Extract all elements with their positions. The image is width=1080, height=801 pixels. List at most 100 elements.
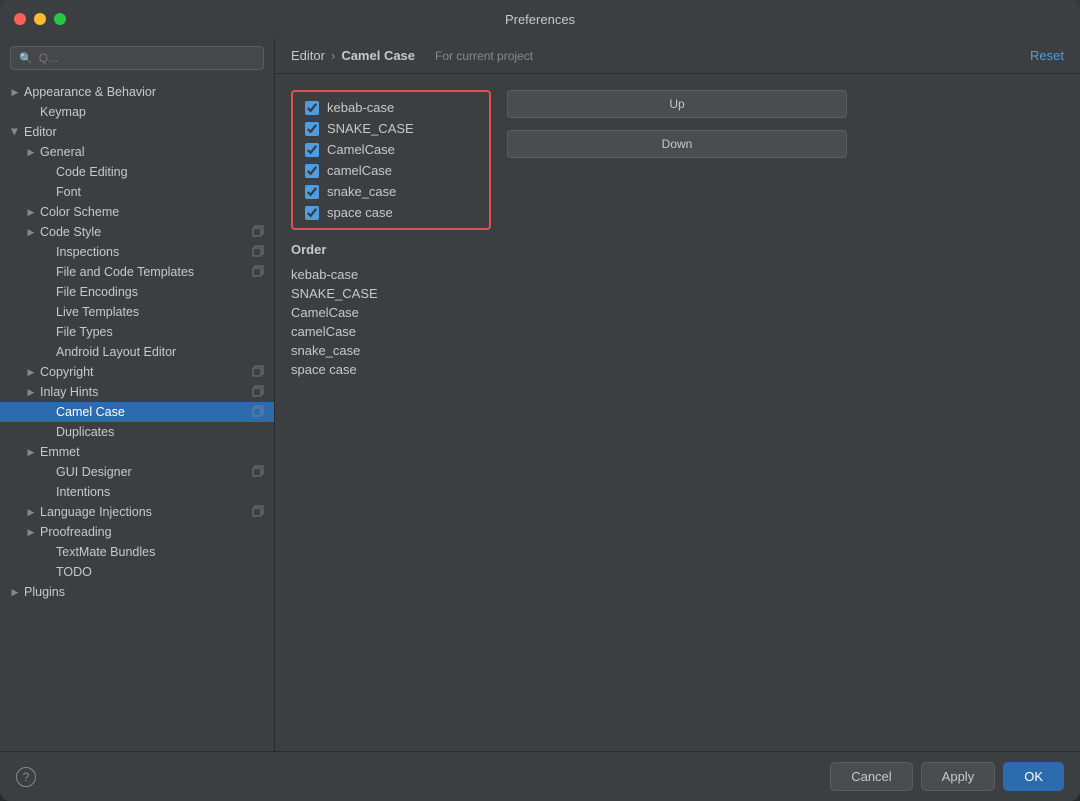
sidebar-item-language-injections[interactable]: ▶Language Injections <box>0 502 274 522</box>
title-bar: Preferences <box>0 0 1080 38</box>
sidebar-item-label: Duplicates <box>56 425 114 439</box>
sidebar-item-label: Keymap <box>40 105 86 119</box>
sidebar-item-label: Plugins <box>24 585 65 599</box>
sidebar-item-label: TextMate Bundles <box>56 545 155 559</box>
search-icon: 🔍 <box>19 52 33 65</box>
chevron-icon: ▶ <box>24 525 38 539</box>
checkbox-group: kebab-case SNAKE_CASE CamelCase camelCase sn… <box>291 90 491 230</box>
checkbox-item-space-case[interactable]: space case <box>305 205 477 220</box>
sidebar-item-editor[interactable]: ▶Editor <box>0 122 274 142</box>
sidebar-item-keymap[interactable]: Keymap <box>0 102 274 122</box>
sidebar-item-file-encodings[interactable]: File Encodings <box>0 282 274 302</box>
copy-icon <box>252 225 266 239</box>
sidebar-item-proofreading[interactable]: ▶Proofreading <box>0 522 274 542</box>
checkbox-label-snake-case-lower: snake_case <box>327 184 396 199</box>
reset-button[interactable]: Reset <box>1030 48 1064 63</box>
copy-icon <box>252 505 266 519</box>
checkbox-item-camel-case-upper[interactable]: CamelCase <box>305 142 477 157</box>
checkbox-kebab-case[interactable] <box>305 101 319 115</box>
breadcrumb: Editor › Camel Case <box>291 48 415 63</box>
sidebar-item-color-scheme[interactable]: ▶Color Scheme <box>0 202 274 222</box>
breadcrumb-current: Camel Case <box>341 48 415 63</box>
chevron-icon: ▶ <box>8 585 22 599</box>
chevron-icon: ▶ <box>24 205 38 219</box>
sidebar-item-inlay-hints[interactable]: ▶Inlay Hints <box>0 382 274 402</box>
checkbox-item-kebab-case[interactable]: kebab-case <box>305 100 477 115</box>
sidebar-item-camel-case[interactable]: Camel Case <box>0 402 274 422</box>
copy-icon <box>252 405 266 419</box>
order-items-list: kebab-caseSNAKE_CASECamelCasecamelCasesn… <box>291 265 491 379</box>
chevron-icon: ▶ <box>24 145 38 159</box>
close-button[interactable] <box>14 13 26 25</box>
minimize-button[interactable] <box>34 13 46 25</box>
apply-button[interactable]: Apply <box>921 762 996 791</box>
sidebar-item-label: Language Injections <box>40 505 152 519</box>
sidebar-item-textmate-bundles[interactable]: TextMate Bundles <box>0 542 274 562</box>
help-button[interactable]: ? <box>16 767 36 787</box>
sidebar-item-duplicates[interactable]: Duplicates <box>0 422 274 442</box>
checkbox-item-snake-case-lower[interactable]: snake_case <box>305 184 477 199</box>
sidebar-item-intentions[interactable]: Intentions <box>0 482 274 502</box>
cancel-button[interactable]: Cancel <box>830 762 912 791</box>
right-column: Up Down <box>491 90 1064 735</box>
preferences-window: Preferences 🔍 ▶Appearance & BehaviorKeym… <box>0 0 1080 801</box>
checkbox-item-snake-case-upper[interactable]: SNAKE_CASE <box>305 121 477 136</box>
sidebar-item-file-and-code-templates[interactable]: File and Code Templates <box>0 262 274 282</box>
checkbox-space-case[interactable] <box>305 206 319 220</box>
sidebar-item-general[interactable]: ▶General <box>0 142 274 162</box>
chevron-icon: ▶ <box>24 445 38 459</box>
search-box[interactable]: 🔍 <box>10 46 264 70</box>
sidebar-item-label: Inspections <box>56 245 119 259</box>
sidebar-item-label: Intentions <box>56 485 110 499</box>
ok-button[interactable]: OK <box>1003 762 1064 791</box>
sidebar-item-file-types[interactable]: File Types <box>0 322 274 342</box>
up-button[interactable]: Up <box>507 90 847 118</box>
sidebar-item-label: Live Templates <box>56 305 139 319</box>
sidebar-item-copyright[interactable]: ▶Copyright <box>0 362 274 382</box>
sidebar-item-code-editing[interactable]: Code Editing <box>0 162 274 182</box>
chevron-icon: ▶ <box>24 365 38 379</box>
checkbox-camel-case-lower[interactable] <box>305 164 319 178</box>
copy-icon <box>252 385 266 399</box>
copy-icon <box>252 465 266 479</box>
panel-header: Editor › Camel Case For current project … <box>275 38 1080 74</box>
order-item: SNAKE_CASE <box>291 284 491 303</box>
down-button[interactable]: Down <box>507 130 847 158</box>
sidebar-item-label: Appearance & Behavior <box>24 85 156 99</box>
sidebar-item-label: Camel Case <box>56 405 125 419</box>
sidebar-item-appearance-behavior[interactable]: ▶Appearance & Behavior <box>0 82 274 102</box>
order-label: Order <box>291 242 491 257</box>
sidebar-item-emmet[interactable]: ▶Emmet <box>0 442 274 462</box>
sidebar-item-todo[interactable]: TODO <box>0 562 274 582</box>
sidebar-item-label: TODO <box>56 565 92 579</box>
checkbox-camel-case-upper[interactable] <box>305 143 319 157</box>
chevron-icon: ▶ <box>24 385 38 399</box>
bottom-bar: ? Cancel Apply OK <box>0 751 1080 801</box>
order-buttons: Up Down <box>507 90 1064 158</box>
sidebar-item-label: File and Code Templates <box>56 265 194 279</box>
sidebar-item-font[interactable]: Font <box>0 182 274 202</box>
sidebar-item-gui-designer[interactable]: GUI Designer <box>0 462 274 482</box>
sidebar-item-label: Color Scheme <box>40 205 119 219</box>
sidebar-item-label: File Encodings <box>56 285 138 299</box>
search-input[interactable] <box>39 51 255 65</box>
sidebar-item-live-templates[interactable]: Live Templates <box>0 302 274 322</box>
maximize-button[interactable] <box>54 13 66 25</box>
sidebar-item-inspections[interactable]: Inspections <box>0 242 274 262</box>
copy-icon <box>252 265 266 279</box>
chevron-icon: ▶ <box>24 505 38 519</box>
sidebar-item-android-layout-editor[interactable]: Android Layout Editor <box>0 342 274 362</box>
sidebar-item-code-style[interactable]: ▶Code Style <box>0 222 274 242</box>
checkbox-label-camel-case-lower: camelCase <box>327 163 392 178</box>
checkbox-snake-case-lower[interactable] <box>305 185 319 199</box>
sidebar-item-label: Android Layout Editor <box>56 345 176 359</box>
checkbox-label-kebab-case: kebab-case <box>327 100 394 115</box>
sidebar-item-label: Font <box>56 185 81 199</box>
checkbox-label-snake-case-upper: SNAKE_CASE <box>327 121 414 136</box>
sidebar-item-plugins[interactable]: ▶Plugins <box>0 582 274 602</box>
checkbox-label-space-case: space case <box>327 205 393 220</box>
sidebar-item-label: GUI Designer <box>56 465 132 479</box>
sidebar-item-label: Inlay Hints <box>40 385 98 399</box>
checkbox-snake-case-upper[interactable] <box>305 122 319 136</box>
checkbox-item-camel-case-lower[interactable]: camelCase <box>305 163 477 178</box>
